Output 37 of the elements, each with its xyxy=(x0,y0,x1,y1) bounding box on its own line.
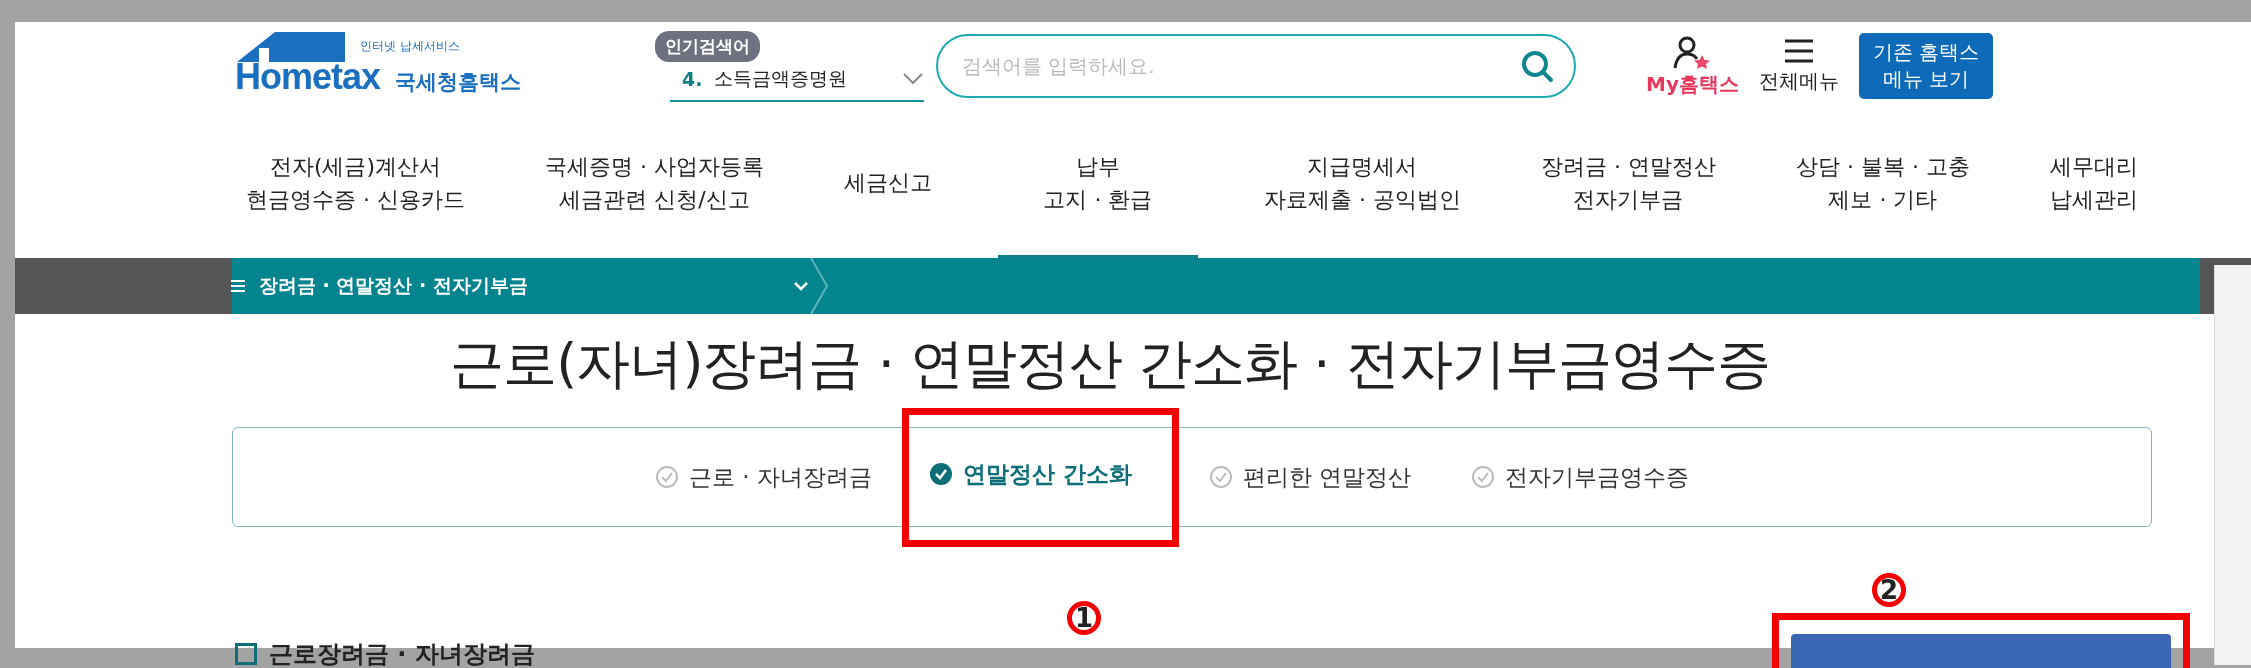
menu-icon xyxy=(1782,37,1815,64)
logo-tagline: 인터넷 납세서비스 xyxy=(360,38,460,55)
check-circle-icon xyxy=(654,465,679,489)
nav-menu-item[interactable]: 상담 · 불복 · 고충 제보 · 기타 xyxy=(1781,110,1984,258)
chevron-down-icon xyxy=(793,281,809,291)
page-title: 근로(자녀)장려금 · 연말정산 간소화 · 전자기부금영수증 xyxy=(449,331,1771,397)
check-circle-icon xyxy=(1471,465,1496,489)
logo-name: 국세청홈택스 xyxy=(395,69,521,96)
square-bullet-icon xyxy=(235,643,257,665)
tab[interactable]: 근로 · 자녀장려금 xyxy=(654,461,872,493)
breadcrumb-separator-icon xyxy=(809,258,829,314)
tab[interactable]: 편리한 연말정산 xyxy=(1208,461,1412,493)
section-heading: 근로장려금 · 자녀장려금 xyxy=(269,639,535,668)
nav-menu-item[interactable]: 세무대리 납세관리 xyxy=(2035,110,2152,258)
chevron-down-icon xyxy=(902,72,924,86)
tab[interactable]: 연말정산 간소화 xyxy=(901,407,1179,547)
logo-wordmark: Hometax xyxy=(235,56,381,98)
tab[interactable]: 전자기부금영수증 xyxy=(1471,461,1690,493)
nav-menu-item[interactable]: 국세증명 · 사업자등록 세금관련 신청/신고 xyxy=(531,110,778,258)
check-circle-icon xyxy=(928,462,953,486)
nav-menu-item[interactable]: 전자(세금)계산서 현금영수증 · 신용카드 xyxy=(232,110,479,258)
callout-number: 1 xyxy=(1067,601,1101,635)
all-menu-button[interactable]: 전체메뉴 xyxy=(1758,37,1839,95)
my-hometax-link[interactable]: My홈택스 xyxy=(1646,34,1739,98)
callout-number: 2 xyxy=(1872,573,1906,607)
nav-menu-item[interactable]: 장려금 · 연말정산 전자기부금 xyxy=(1526,110,1730,258)
search-icon[interactable] xyxy=(1520,49,1554,83)
menu-icon[interactable] xyxy=(231,280,245,292)
search-field[interactable]: 검색어를 입력하세요. xyxy=(936,34,1576,98)
nav-menu-item[interactable]: 지급명세서 자료제출 · 공익법인 xyxy=(1249,110,1475,258)
user-star-icon xyxy=(1672,34,1713,71)
hometax-logo[interactable]: 인터넷 납세서비스 Hometax 국세청홈택스 xyxy=(235,26,565,106)
legacy-menu-button[interactable]: 기존 홈택스 메뉴 보기 xyxy=(1858,33,1994,99)
popular-search-badge: 인기검색어 xyxy=(655,30,760,62)
breadcrumb-dropdown[interactable]: 장려금 · 연말정산 · 전자기부금 xyxy=(217,273,809,299)
nav-menu-item[interactable]: 세금신고 xyxy=(829,110,946,258)
check-circle-icon xyxy=(1208,465,1233,489)
